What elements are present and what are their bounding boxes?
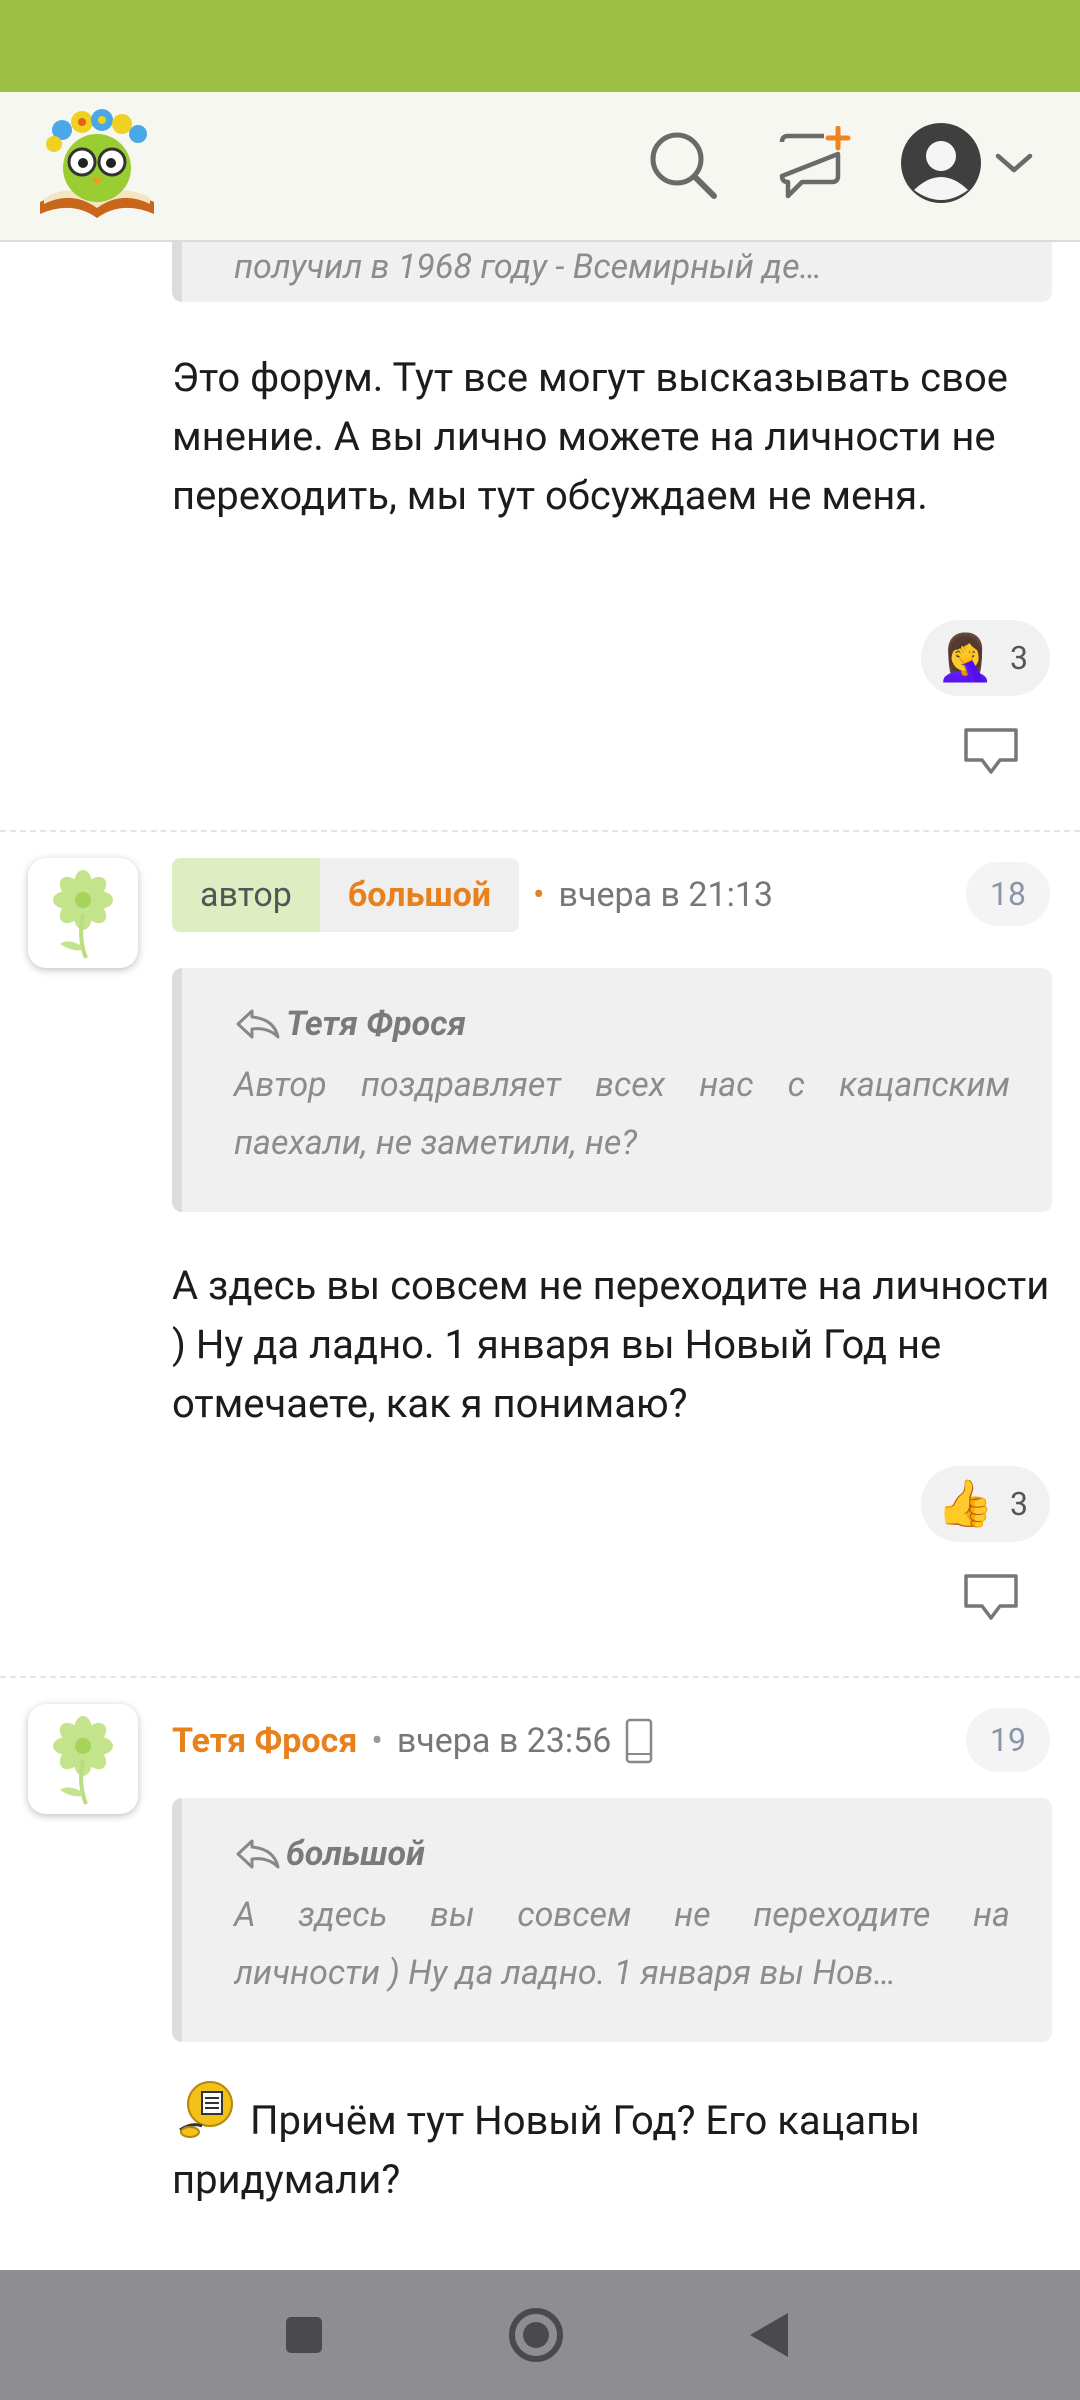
facepalm-emoji-icon: 🤦‍♀️ [936,631,995,685]
status-bar [0,0,1080,92]
comment-text: А здесь вы совсем не переходите на лично… [172,1262,1050,1427]
comment-text: Это форум. Тут все могут высказывать сво… [172,354,1008,519]
post-time[interactable]: вчера в 21:13 [559,875,774,915]
back-button[interactable] [748,2311,790,2359]
avatar-icon [901,123,981,203]
comment-text-content: Причём тут Новый Год? Его кацапы придума… [172,2097,921,2203]
quote-block[interactable]: большой А здесь вы совсем не переходите … [172,1798,1052,2042]
search-icon[interactable] [646,128,720,202]
quote-text: А здесь вы совсем не переходите на [234,1895,1010,1935]
author-name[interactable]: Тетя Фрося [172,1721,357,1761]
post-number[interactable]: 18 [966,862,1050,926]
quote-text: Автор поздравляет всех нас с кацапским п… [234,1065,1010,1163]
quote-text: личности ) Ну да ладно. 1 января вы Нов… [234,1953,896,1993]
quote-block[interactable]: получил в 1968 году - Всемирный де… [172,240,1052,302]
home-button[interactable] [508,2307,564,2363]
comments-feed[interactable]: получил в 1968 году - Всемирный де… Это … [0,240,1080,2270]
reply-icon[interactable] [962,726,1020,778]
mobile-device-icon [626,1718,653,1764]
divider [0,1676,1080,1678]
thumbs-up-icon: 👍 [936,1477,995,1531]
online-dot: • [533,875,545,915]
author-role-label: автор [172,858,320,932]
chevron-down-icon [995,153,1033,173]
profile-menu[interactable] [898,120,1038,212]
quote-author: Тетя Фрося [286,1004,466,1044]
comment-text: Причём тут Новый Год? Его кацапы придума… [172,2078,1052,2209]
divider [0,830,1080,832]
reply-arrow-icon [236,1009,280,1039]
thinking-smiley-icon [179,2081,233,2138]
user-avatar[interactable] [28,1704,138,1814]
reply-icon[interactable] [962,1572,1020,1624]
user-avatar[interactable] [28,858,138,968]
reply-arrow-icon [236,1839,280,1869]
author-badge[interactable]: автор большой [172,858,520,932]
reaction-chip[interactable]: 👍 3 [920,1466,1050,1542]
separator-dot: • [371,1721,383,1761]
reaction-count: 3 [1010,639,1028,677]
quote-author: большой [286,1834,425,1874]
new-topic-icon[interactable] [776,126,856,204]
reaction-count: 3 [1010,1485,1028,1523]
quote-text: получил в 1968 году - Всемирный де… [234,247,822,287]
recents-button[interactable] [284,2315,324,2355]
app-header [0,92,1080,242]
reaction-chip[interactable]: 🤦‍♀️ 3 [920,620,1050,696]
post-number[interactable]: 19 [966,1708,1050,1772]
quote-block[interactable]: Тетя Фрося Автор поздравляет всех нас с … [172,968,1052,1212]
logo[interactable] [32,106,162,224]
post-meta: Тетя Фрося • вчера в 23:56 [172,1704,653,1778]
system-nav-bar [0,2270,1080,2400]
post-meta: автор большой • вчера в 21:13 [172,858,773,932]
author-name[interactable]: большой [319,858,520,932]
post-time[interactable]: вчера в 23:56 [397,1721,612,1761]
